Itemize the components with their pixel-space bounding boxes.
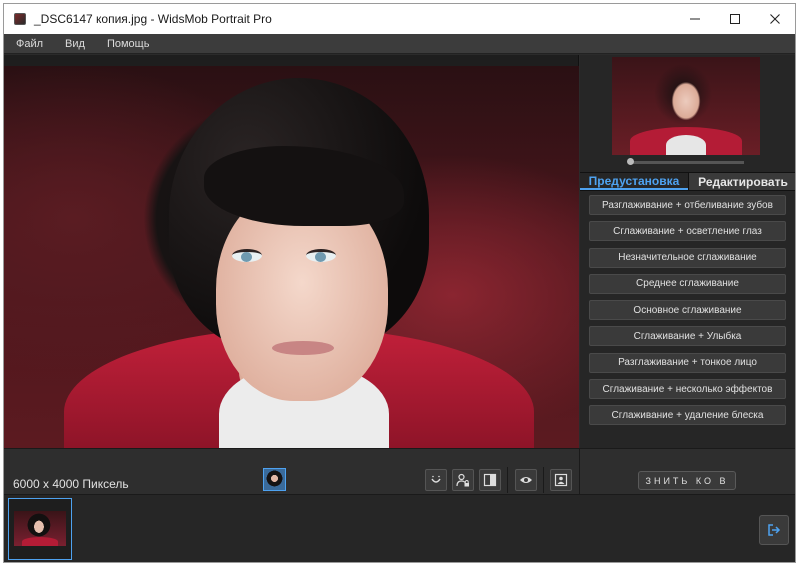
app-icon xyxy=(14,13,26,25)
preview-slider-handle[interactable] xyxy=(627,158,634,165)
preset-smooth-thin-face[interactable]: Разглаживание + тонкое лицо xyxy=(589,352,786,373)
filmstrip-thumbnail[interactable] xyxy=(8,498,72,560)
smile-button[interactable] xyxy=(425,469,447,491)
preset-smooth-multiple-effects[interactable]: Сглаживание + несколько эффектов xyxy=(589,379,786,400)
preset-smooth-teeth-whitening[interactable]: Разглаживание + отбеливание зубов xyxy=(589,195,786,215)
tab-edit[interactable]: Редактировать xyxy=(688,173,795,190)
apply-button[interactable]: ЗНИТЬ КО В xyxy=(638,471,736,490)
face-thumbnail[interactable] xyxy=(263,468,286,491)
filmstrip xyxy=(4,495,795,562)
preview-button[interactable] xyxy=(515,469,537,491)
window-title: _DSC6147 копия.jpg - WidsMob Portrait Pr… xyxy=(34,12,272,26)
minimize-icon xyxy=(690,18,700,20)
close-button[interactable] xyxy=(755,4,795,34)
preview-thumbnail xyxy=(612,57,760,155)
export-button[interactable] xyxy=(759,515,789,545)
maximize-button[interactable] xyxy=(715,4,755,34)
menu-bar: Файл Вид Помощь xyxy=(4,34,795,54)
title-bar: _DSC6147 копия.jpg - WidsMob Portrait Pr… xyxy=(4,4,795,34)
menu-view[interactable]: Вид xyxy=(54,34,96,54)
menu-help[interactable]: Помощь xyxy=(96,34,161,54)
person-lock-button[interactable] xyxy=(452,469,474,491)
photo-eye-right xyxy=(306,249,336,262)
image-canvas[interactable] xyxy=(4,55,579,448)
split-compare-icon xyxy=(483,473,497,487)
menu-file[interactable]: Файл xyxy=(4,34,54,54)
bottom-toolbar: 6000 x 4000 Пиксель ЗНИТЬ КО В xyxy=(4,448,795,496)
close-icon xyxy=(770,14,780,24)
smile-icon xyxy=(431,475,441,483)
preset-basic-smoothing[interactable]: Основное сглаживание xyxy=(589,300,786,321)
filmstrip-thumbnail-image xyxy=(14,511,66,546)
portrait-frame-button[interactable] xyxy=(550,469,572,491)
toolbar-separator xyxy=(543,467,544,493)
toolbar-separator xyxy=(507,467,508,493)
photo-mouth xyxy=(272,341,334,355)
minimize-button[interactable] xyxy=(675,4,715,34)
person-lock-icon xyxy=(456,473,469,487)
preview-slider-track[interactable] xyxy=(630,161,744,164)
export-icon xyxy=(768,524,781,536)
app-window: _DSC6147 копия.jpg - WidsMob Portrait Pr… xyxy=(3,3,796,563)
panel-separator xyxy=(579,449,580,496)
image-dimensions: 6000 x 4000 Пиксель xyxy=(13,477,129,491)
eye-icon xyxy=(520,477,532,483)
compare-button[interactable] xyxy=(479,469,501,491)
portrait-photo xyxy=(4,66,579,448)
portrait-frame-icon xyxy=(554,473,568,487)
preset-smooth-eye-brightening[interactable]: Сглаживание + осветление глаз xyxy=(589,221,786,242)
panel-tabs: Предустановка Редактировать xyxy=(580,172,795,191)
photo-eye-left xyxy=(232,249,262,262)
right-panel: Предустановка Редактировать Разглаживани… xyxy=(580,55,795,448)
preset-medium-smoothing[interactable]: Среднее сглаживание xyxy=(589,273,786,294)
tab-preset[interactable]: Предустановка xyxy=(580,173,688,190)
preset-light-smoothing[interactable]: Незначительное сглаживание xyxy=(589,247,786,268)
preset-smooth-smile[interactable]: Сглаживание + Улыбка xyxy=(589,326,786,347)
preset-smooth-shine-removal[interactable]: Сглаживание + удаление блеска xyxy=(589,405,786,426)
preview-collar xyxy=(666,135,706,155)
preset-list: Разглаживание + отбеливание зубов Сглажи… xyxy=(589,195,786,432)
maximize-icon xyxy=(730,14,740,24)
window-controls xyxy=(675,4,795,34)
